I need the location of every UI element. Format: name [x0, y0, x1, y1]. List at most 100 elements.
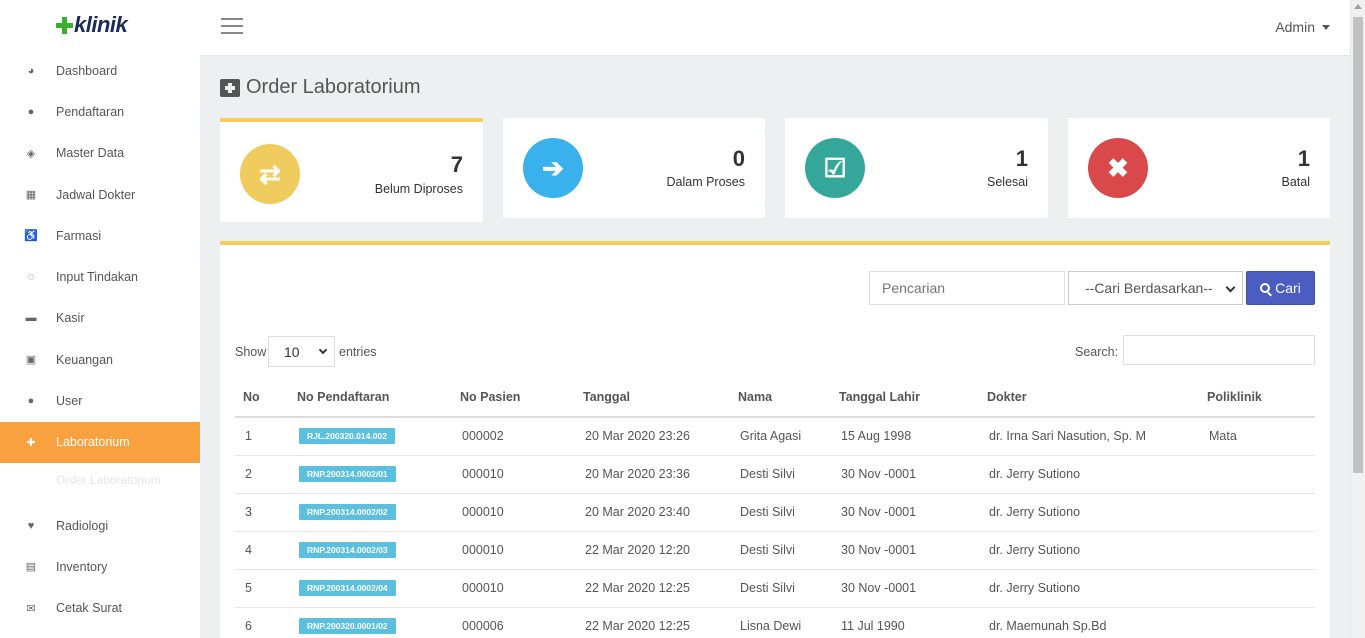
medkit-icon [220, 78, 240, 97]
cell-no: 2 [235, 455, 289, 494]
registration-badge[interactable]: RNP.200314.0002/04 [299, 580, 396, 596]
cell-nama: Desti Silvi [730, 493, 831, 532]
cell-no-pendaftaran: RNP.200320.0001/02 [289, 607, 452, 638]
table-row[interactable]: 1 RJL.200320.014.002 000002 20 Mar 2020 23:… [235, 417, 1315, 456]
search-button[interactable]: Cari [1246, 271, 1315, 305]
registration-badge[interactable]: RNP.200314.0002/03 [299, 542, 396, 558]
sidebar-item-label: Cetak Surat [56, 601, 123, 616]
sidebar-item-inventory[interactable]: ▤ Inventory [0, 546, 200, 587]
sidebar-menu: ◕ Dashboard ● Pendaftaran ◈ Master Data ▦ Jadwa… [0, 50, 200, 463]
sidebar-item-label: Inventory [56, 559, 108, 574]
table-row[interactable]: 4 RNP.200314.0002/03 000010 22 Mar 2020 12:… [235, 531, 1315, 570]
column-header-no[interactable]: No [235, 377, 289, 418]
cell-dokter: dr. Jerry Sutiono [979, 569, 1199, 608]
cell-poliklinik [1199, 607, 1315, 638]
caret-down-icon [1322, 24, 1330, 30]
order-panel: --Cari Berdasarkan-- Cari Show 10 entrie… [220, 241, 1330, 638]
cell-tanggal-lahir: 30 Nov -0001 [831, 455, 979, 494]
column-header-no-pendaftaran[interactable]: No Pendaftaran [289, 377, 452, 418]
sidebar: klinik ◕ Dashboard ● Pendaftaran ◈ Master Dat… [0, 0, 200, 638]
sidebar-item-radiologi[interactable]: ♥ Radiologi [0, 505, 200, 546]
search-input[interactable] [869, 271, 1065, 305]
money-icon: ▣ [25, 354, 37, 367]
scrollbar-thumb[interactable] [1353, 17, 1363, 473]
user-icon: ● [27, 105, 35, 118]
sidebar-item-jadwal-dokter[interactable]: ▦ Jadwal Dokter [0, 174, 200, 215]
sidebar-item-label: User [56, 394, 83, 409]
cell-tanggal: 20 Mar 2020 23:36 [575, 455, 730, 494]
registration-badge[interactable]: RNP.200314.0002/02 [299, 504, 396, 520]
user-dropdown[interactable]: Admin [1275, 19, 1330, 35]
cell-tanggal-lahir: 30 Nov -0001 [831, 493, 979, 532]
sidebar-item-laboratorium[interactable]: ✚ Laboratorium [0, 421, 200, 463]
column-header-tanggal[interactable]: Tanggal [575, 377, 730, 418]
table-row[interactable]: 6 RNP.200320.0001/02 000006 22 Mar 2020 12:… [235, 607, 1315, 638]
file-icon: ▤ [25, 561, 37, 574]
cell-dokter: dr. Jerry Sutiono [979, 531, 1199, 570]
registration-badge[interactable]: RNP.200320.0001/02 [299, 618, 396, 634]
sidebar-item-farmasi[interactable]: ♿ Farmasi [0, 215, 200, 256]
table-row[interactable]: 3 RNP.200314.0002/02 000010 20 Mar 2020 23:… [235, 493, 1315, 532]
cell-tanggal-lahir: 30 Nov -0001 [831, 569, 979, 608]
cell-nama: Desti Silvi [730, 531, 831, 570]
cell-no-pasien: 000010 [452, 493, 575, 532]
column-header-nama[interactable]: Nama [730, 377, 831, 418]
table-row[interactable]: 5 RNP.200314.0002/04 000010 22 Mar 2020 12:… [235, 569, 1315, 608]
cell-tanggal: 22 Mar 2020 12:20 [575, 531, 730, 570]
sidebar-item-input-tindakan[interactable]: ◌ Input Tindakan [0, 256, 200, 297]
search-button-label: Cari [1275, 280, 1301, 296]
sidebar-menu-more: ♥ Radiologi ▤ Inventory ✉ Cetak Surat [0, 505, 200, 629]
sidebar-item-keuangan[interactable]: ▣ Keuangan [0, 339, 200, 380]
sidebar-item-label: Keuangan [56, 352, 114, 367]
top-header: Admin [200, 0, 1350, 56]
registration-badge[interactable]: RJL.200320.014.002 [299, 428, 395, 445]
page-length-select[interactable]: 10 [268, 336, 335, 367]
column-header-no-pasien[interactable]: No Pasien [452, 377, 575, 418]
sidebar-item-cetak-surat[interactable]: ✉ Cetak Surat [0, 588, 200, 629]
column-header-poliklinik[interactable]: Poliklinik [1199, 377, 1315, 418]
stat-card-selesai: ☑ 1 Selesai [785, 118, 1048, 218]
cell-nama: Lisna Dewi [730, 607, 831, 638]
user-name: Admin [1275, 19, 1315, 35]
table-row[interactable]: 2 RNP.200314.0002/01 000010 20 Mar 2020 23:… [235, 455, 1315, 494]
submenu-item-order-laboratorium[interactable]: Order Laboratorium [0, 463, 200, 497]
cell-poliklinik [1199, 531, 1315, 570]
page-scrollbar[interactable] [1350, 0, 1365, 638]
cell-tanggal: 22 Mar 2020 12:25 [575, 607, 730, 638]
stat-value: 0 [732, 146, 745, 171]
column-header-tanggal-lahir[interactable]: Tanggal Lahir [831, 377, 979, 418]
sidebar-item-dashboard[interactable]: ◕ Dashboard [0, 50, 200, 91]
sidebar-item-label: Master Data [56, 146, 125, 161]
cell-nama: Desti Silvi [730, 569, 831, 608]
chevron-down-icon [318, 345, 328, 355]
search-field-select-value: --Cari Berdasarkan-- [1085, 280, 1213, 296]
sidebar-item-user[interactable]: ● User [0, 380, 200, 421]
sidebar-item-label: Laboratorium [56, 435, 130, 450]
sidebar-item-pendaftaran[interactable]: ● Pendaftaran [0, 91, 200, 132]
search-field-select[interactable]: --Cari Berdasarkan-- [1068, 271, 1243, 305]
sidebar-item-kasir[interactable]: ▬ Kasir [0, 298, 200, 339]
cell-tanggal: 22 Mar 2020 12:25 [575, 569, 730, 608]
cart-icon: ▬ [25, 312, 37, 325]
cell-no-pendaftaran: RJL.200320.014.002 [289, 417, 452, 456]
cell-no: 5 [235, 569, 289, 608]
scroll-up-arrow-icon[interactable] [1354, 4, 1362, 9]
sidebar-item-master-data[interactable]: ◈ Master Data [0, 133, 200, 174]
page-title-text: Order Laboratorium [246, 76, 421, 98]
hamburger-menu-icon[interactable] [221, 18, 243, 34]
app-logo[interactable]: klinik [0, 0, 200, 50]
sidebar-item-label: Jadwal Dokter [56, 187, 136, 202]
cell-nama: Grita Agasi [730, 417, 831, 456]
cube-icon: ◈ [26, 147, 36, 160]
cell-tanggal: 20 Mar 2020 23:40 [575, 493, 730, 532]
registration-badge[interactable]: RNP.200314.0002/01 [299, 466, 396, 482]
cell-tanggal: 20 Mar 2020 23:26 [575, 417, 730, 456]
search-icon [1260, 283, 1271, 293]
table-search-input[interactable] [1123, 335, 1315, 365]
cell-no-pasien: 000002 [452, 417, 575, 456]
cell-no-pendaftaran: RNP.200314.0002/03 [289, 531, 452, 570]
cell-no-pendaftaran: RNP.200314.0002/02 [289, 493, 452, 532]
cell-tanggal-lahir: 11 Jul 1990 [831, 607, 979, 638]
table-search-label: Search: [1075, 345, 1119, 359]
column-header-dokter[interactable]: Dokter [979, 377, 1199, 418]
